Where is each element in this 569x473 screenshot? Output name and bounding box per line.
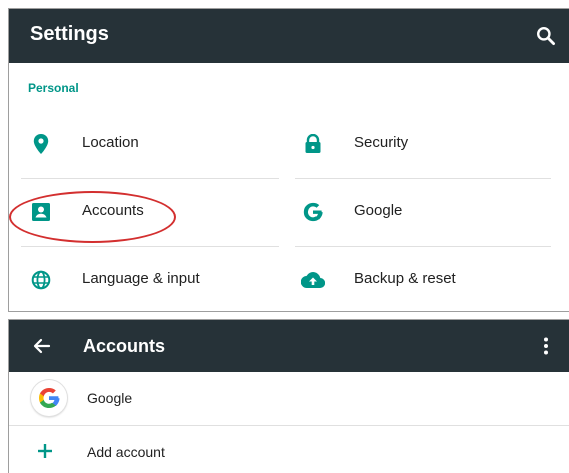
location-pin-icon: [29, 132, 53, 156]
divider: [295, 178, 551, 179]
settings-item-label: Accounts: [82, 202, 144, 219]
account-box-icon: [29, 200, 53, 224]
accounts-screen: Accounts Google Add account: [8, 319, 569, 473]
lock-icon: [301, 132, 325, 156]
account-row-google[interactable]: Google: [9, 372, 569, 424]
divider: [21, 178, 279, 179]
settings-item-label: Google: [354, 202, 403, 219]
back-arrow-icon[interactable]: [30, 334, 54, 358]
divider: [295, 246, 551, 247]
accounts-app-bar: Accounts: [9, 320, 569, 372]
google-g-icon: [301, 200, 325, 224]
settings-item-language-input[interactable]: Language & input: [29, 255, 279, 305]
settings-app-bar: Settings: [9, 9, 569, 63]
accounts-title: Accounts: [83, 336, 166, 356]
settings-item-label: Location: [82, 134, 139, 151]
settings-item-google[interactable]: Google: [301, 187, 551, 237]
search-icon[interactable]: [533, 23, 559, 49]
settings-item-label: Backup & reset: [354, 270, 456, 287]
account-row-label: Google: [87, 390, 133, 406]
cloud-upload-icon: [301, 268, 325, 292]
add-account-label: Add account: [87, 444, 165, 460]
google-logo-icon: [31, 380, 67, 416]
settings-item-security[interactable]: Security: [301, 119, 551, 169]
settings-item-accounts[interactable]: Accounts: [29, 187, 279, 237]
globe-icon: [29, 268, 53, 292]
more-vert-icon[interactable]: [534, 334, 558, 358]
settings-item-label: Security: [354, 134, 409, 151]
divider: [21, 246, 279, 247]
settings-screen: Settings Personal Location Security Acco…: [8, 8, 569, 312]
settings-item-label: Language & input: [82, 270, 200, 287]
plus-icon: [35, 441, 55, 461]
add-account-row[interactable]: Add account: [9, 426, 569, 473]
settings-title: Settings: [30, 23, 109, 45]
settings-item-backup-reset[interactable]: Backup & reset: [301, 255, 551, 305]
settings-item-location[interactable]: Location: [29, 119, 279, 169]
section-header-personal: Personal: [28, 81, 79, 95]
